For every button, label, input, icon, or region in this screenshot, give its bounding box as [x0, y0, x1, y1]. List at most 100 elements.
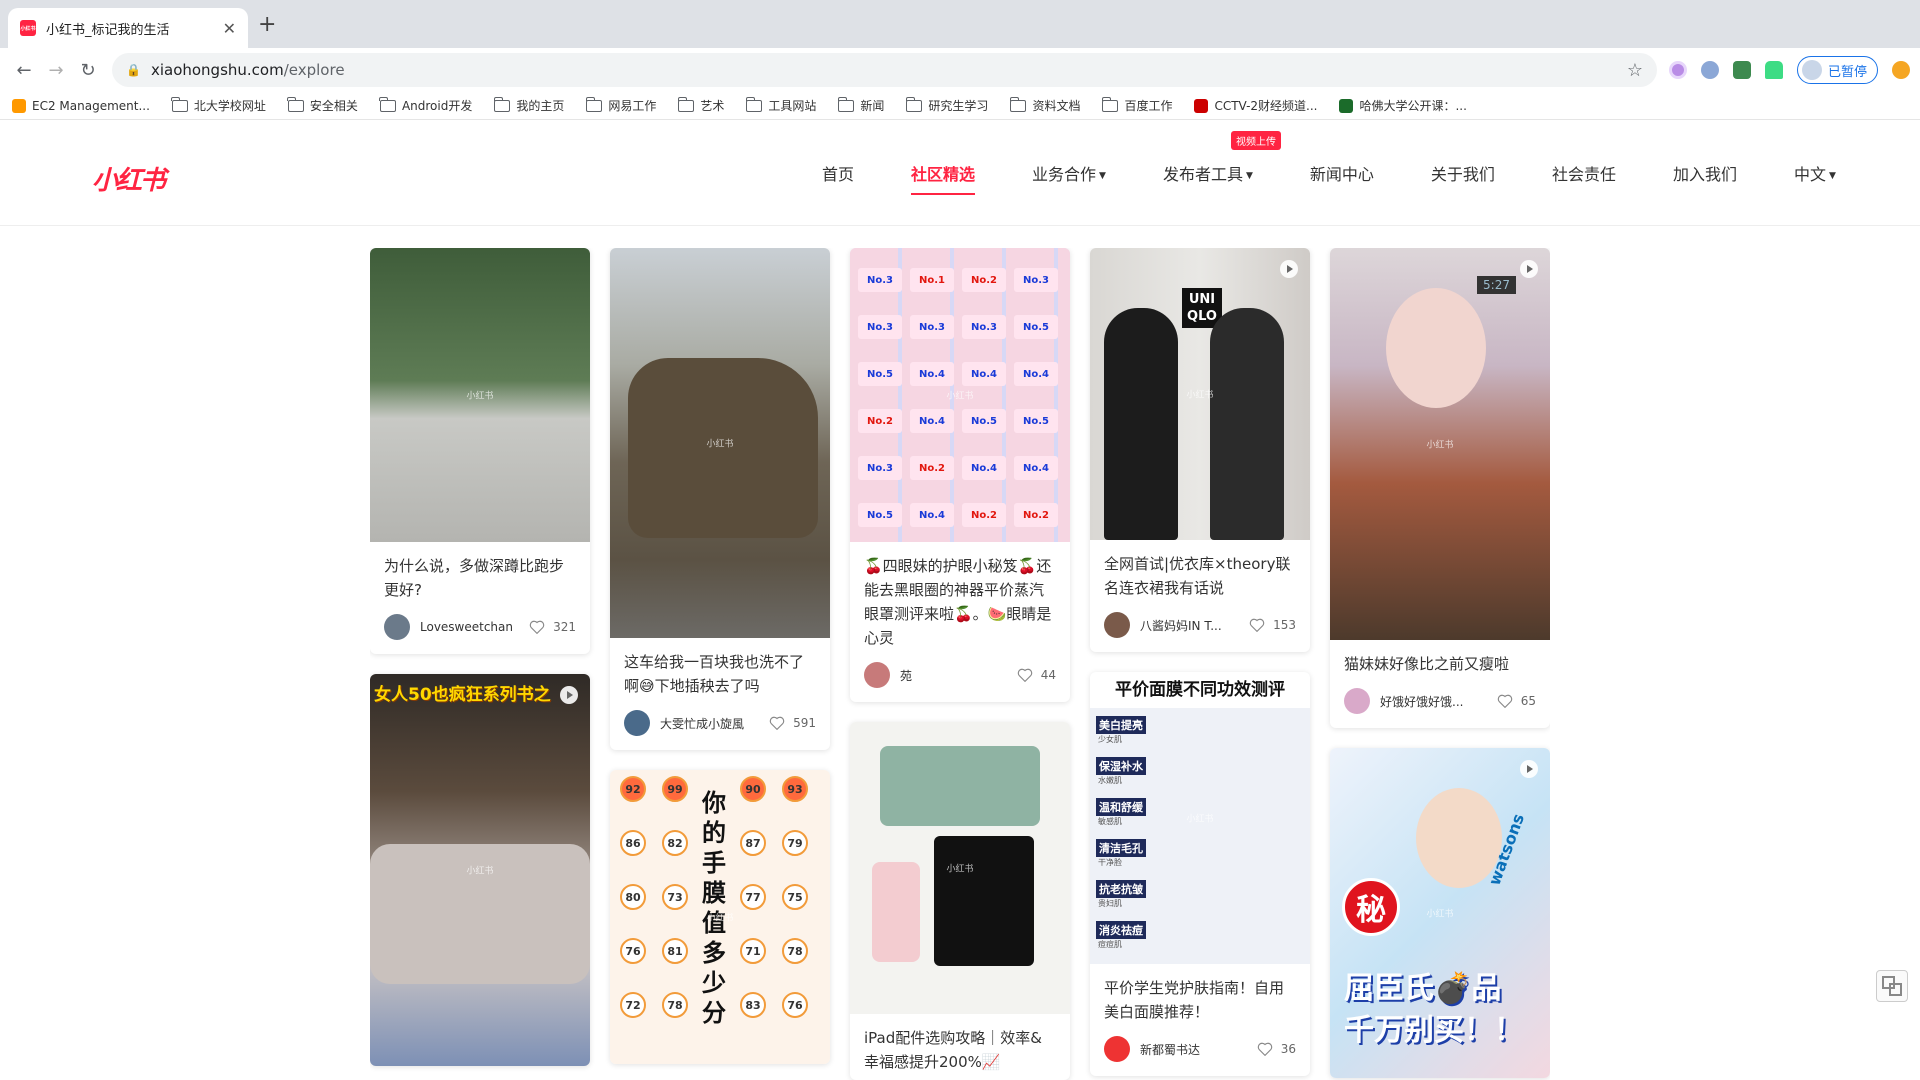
avatar[interactable]: [624, 710, 650, 736]
bookmark-item[interactable]: 我的主页: [493, 96, 564, 114]
caret-down-icon: ▼: [1828, 170, 1836, 181]
extension-blue-icon[interactable]: [1700, 61, 1719, 79]
folder-icon: [379, 96, 396, 112]
extension-purple-icon[interactable]: [1668, 61, 1687, 79]
bookmark-item[interactable]: 安全相关: [287, 96, 358, 114]
nav-item[interactable]: 关于我们: [1431, 161, 1495, 185]
note-title[interactable]: 这车给我一百块我也洗不了啊😅下地插秧去了吗: [610, 638, 830, 704]
note-card[interactable]: 平价面膜不同功效测评 美白提亮 少女肌 保湿补水 水嫩肌 温和舒缓 敏感肌 清洁毛孔 干净脸 抗老…: [1090, 672, 1310, 1076]
like-heart-icon[interactable]: [529, 620, 545, 634]
note-cover-image[interactable]: 小红书: [370, 248, 590, 542]
bookmark-item[interactable]: 艺术: [677, 96, 724, 114]
note-card[interactable]: 小红书 iPad配件选购攻略｜效率&幸福感提升200%📈: [850, 722, 1070, 1080]
caret-down-icon: ▼: [1099, 170, 1106, 181]
nav-item[interactable]: 业务合作 ▼: [1032, 161, 1106, 185]
bookmark-item[interactable]: 研究生学习: [905, 96, 988, 114]
bookmark-item[interactable]: CCTV-2财经频道...: [1194, 97, 1317, 114]
bookmark-item[interactable]: EC2 Management...: [12, 98, 150, 113]
note-cover-image[interactable]: No.3 No.1 No.2 No.3 No.3 No.3 No.3 No.5 No.5 No.4…: [850, 248, 1070, 542]
bookmark-item[interactable]: 新闻: [837, 96, 884, 114]
note-cover-image[interactable]: 你的手膜值多少分 92 99 90 93 86 82 87 79 80 73 77 75 76 81 71 78…: [610, 770, 830, 1064]
qr-code-icon[interactable]: [1876, 970, 1908, 1002]
bookmark-item[interactable]: 工具网站: [745, 96, 816, 114]
product-rank-label: No.2: [858, 409, 902, 433]
author-name[interactable]: 大雯忙成小旋風: [660, 715, 769, 732]
category-label: 温和舒缓: [1096, 798, 1146, 816]
like-heart-icon[interactable]: [1249, 618, 1265, 632]
update-icon[interactable]: [1892, 61, 1910, 79]
note-title[interactable]: 全网首试|优衣库×theory联名连衣裙我有话说: [1090, 540, 1310, 606]
author-name[interactable]: 苑: [900, 667, 1017, 684]
bookmark-item[interactable]: 哈佛大学公开课：...: [1339, 97, 1467, 114]
android-icon[interactable]: [1764, 61, 1783, 79]
new-tab-button[interactable]: +: [258, 12, 276, 37]
bookmark-item[interactable]: 百度工作: [1101, 96, 1172, 114]
note-cover-image[interactable]: 平价面膜不同功效测评 美白提亮 少女肌 保湿补水 水嫩肌 温和舒缓 敏感肌 清洁毛孔 干净脸 抗老…: [1090, 672, 1310, 964]
bookmark-item[interactable]: 资料文档: [1009, 96, 1080, 114]
note-card[interactable]: 小红书 为什么说，多做深蹲比跑步更好? Lovesweetchan 321: [370, 248, 590, 654]
note-title[interactable]: 🍒四眼妹的护眼小秘笈🍒还能去黑眼圈的神器平价蒸汽眼罩测评来啦🍒。🍉眼睛是心灵: [850, 542, 1070, 656]
bookmark-item[interactable]: Android开发: [379, 96, 472, 114]
note-cover-image[interactable]: UNI QLO 小红书: [1090, 248, 1310, 540]
note-card[interactable]: watsons 秘屈臣氏💣品 千万别买！！ 小红书: [1330, 748, 1550, 1078]
site-header: 小红书 首页 社区精选 业务合作 ▼ 发布者工具 ▼ 视频上传新闻中心 关于我们 社会责任 加入我…: [0, 120, 1920, 226]
note-meta: 大雯忙成小旋風 591: [610, 704, 830, 750]
nav-item[interactable]: 中文 ▼: [1794, 161, 1836, 185]
author-name[interactable]: 好饿好饿好饿...: [1380, 693, 1497, 710]
feed-column: 小红书 为什么说，多做深蹲比跑步更好? Lovesweetchan 321 女人50也疯…: [370, 248, 590, 1080]
nav-item[interactable]: 社会责任: [1552, 161, 1616, 185]
browser-tab[interactable]: 小红书 小红书_标记我的生活 ✕: [8, 8, 248, 48]
nav-item[interactable]: 首页: [822, 161, 854, 185]
note-card[interactable]: 女人50也疯狂系列书之 小红书: [370, 674, 590, 1066]
note-card[interactable]: 5:27 小红书 猫妹妹好像比之前又瘦啦 好饿好饿好饿... 65: [1330, 248, 1550, 728]
keyboard-illustration: [880, 746, 1040, 826]
note-title[interactable]: iPad配件选购攻略｜效率&幸福感提升200%📈: [850, 1014, 1070, 1080]
avatar[interactable]: [1104, 612, 1130, 638]
avatar[interactable]: [384, 614, 410, 640]
note-cover-image[interactable]: 小红书: [850, 722, 1070, 1014]
bookmark-item[interactable]: 网易工作: [585, 96, 656, 114]
like-heart-icon[interactable]: [769, 716, 785, 730]
explore-feed: 小红书 为什么说，多做深蹲比跑步更好? Lovesweetchan 321 女人50也疯…: [370, 248, 1550, 1080]
forward-button[interactable]: →: [42, 60, 70, 81]
note-cover-image[interactable]: watsons 秘屈臣氏💣品 千万别买！！ 小红书: [1330, 748, 1550, 1078]
bookmark-star-icon[interactable]: ☆: [1627, 60, 1643, 81]
nav-item[interactable]: 发布者工具 ▼ 视频上传: [1163, 131, 1281, 185]
site-logo[interactable]: 小红书: [92, 160, 166, 197]
note-card[interactable]: 小红书 这车给我一百块我也洗不了啊😅下地插秧去了吗 大雯忙成小旋風 591: [610, 248, 830, 750]
like-heart-icon[interactable]: [1257, 1042, 1273, 1056]
note-card[interactable]: UNI QLO 小红书 全网首试|优衣库×theory联名连衣裙我有话说八酱妈妈IN…: [1090, 248, 1310, 652]
note-cover-image[interactable]: 女人50也疯狂系列书之 小红书: [370, 674, 590, 1066]
note-title[interactable]: 为什么说，多做深蹲比跑步更好?: [370, 542, 590, 608]
nav-item[interactable]: 社区精选: [911, 161, 976, 195]
author-name[interactable]: 新都蜀书达: [1140, 1041, 1257, 1058]
author-name[interactable]: 八酱妈妈IN T...: [1140, 617, 1249, 634]
avatar[interactable]: [1344, 688, 1370, 714]
note-cover-image[interactable]: 5:27 小红书: [1330, 248, 1550, 640]
feed-column: 小红书 这车给我一百块我也洗不了啊😅下地插秧去了吗 大雯忙成小旋風 591 你的手膜值多…: [610, 248, 830, 1080]
avatar[interactable]: [864, 662, 890, 688]
note-card[interactable]: 你的手膜值多少分 92 99 90 93 86 82 87 79 80 73 77 75 76 81 71 78…: [610, 770, 830, 1064]
extension-green-icon[interactable]: [1732, 61, 1751, 79]
author-name[interactable]: Lovesweetchan: [420, 620, 529, 634]
nav-label: 社会责任: [1551, 165, 1616, 184]
nav-item[interactable]: 新闻中心: [1310, 161, 1374, 185]
note-card[interactable]: No.3 No.1 No.2 No.3 No.3 No.3 No.3 No.5 No.5 No.4…: [850, 248, 1070, 702]
note-title[interactable]: 猫妹妹好像比之前又瘦啦: [1330, 640, 1550, 682]
back-button[interactable]: ←: [10, 60, 38, 81]
nav-item[interactable]: 加入我们: [1673, 161, 1737, 185]
like-heart-icon[interactable]: [1017, 668, 1033, 682]
profile-button[interactable]: 已暂停: [1796, 56, 1878, 84]
like-heart-icon[interactable]: [1497, 694, 1513, 708]
url-input[interactable]: 🔒 xiaohongshu.com/explore ☆: [112, 53, 1657, 87]
close-tab-icon[interactable]: ✕: [223, 19, 236, 38]
bookmark-label: CCTV-2财经频道...: [1214, 99, 1318, 113]
score-badge: 80: [620, 884, 646, 910]
score-badge: 71: [740, 938, 766, 964]
bookmark-item[interactable]: 北大学校网址: [171, 96, 266, 114]
note-title[interactable]: 平价学生党护肤指南！自用美白面膜推荐！: [1090, 964, 1310, 1030]
avatar[interactable]: [1104, 1036, 1130, 1062]
nav-label: 首页: [822, 165, 855, 184]
note-cover-image[interactable]: 小红书: [610, 248, 830, 638]
reload-button[interactable]: ↻: [74, 60, 102, 81]
